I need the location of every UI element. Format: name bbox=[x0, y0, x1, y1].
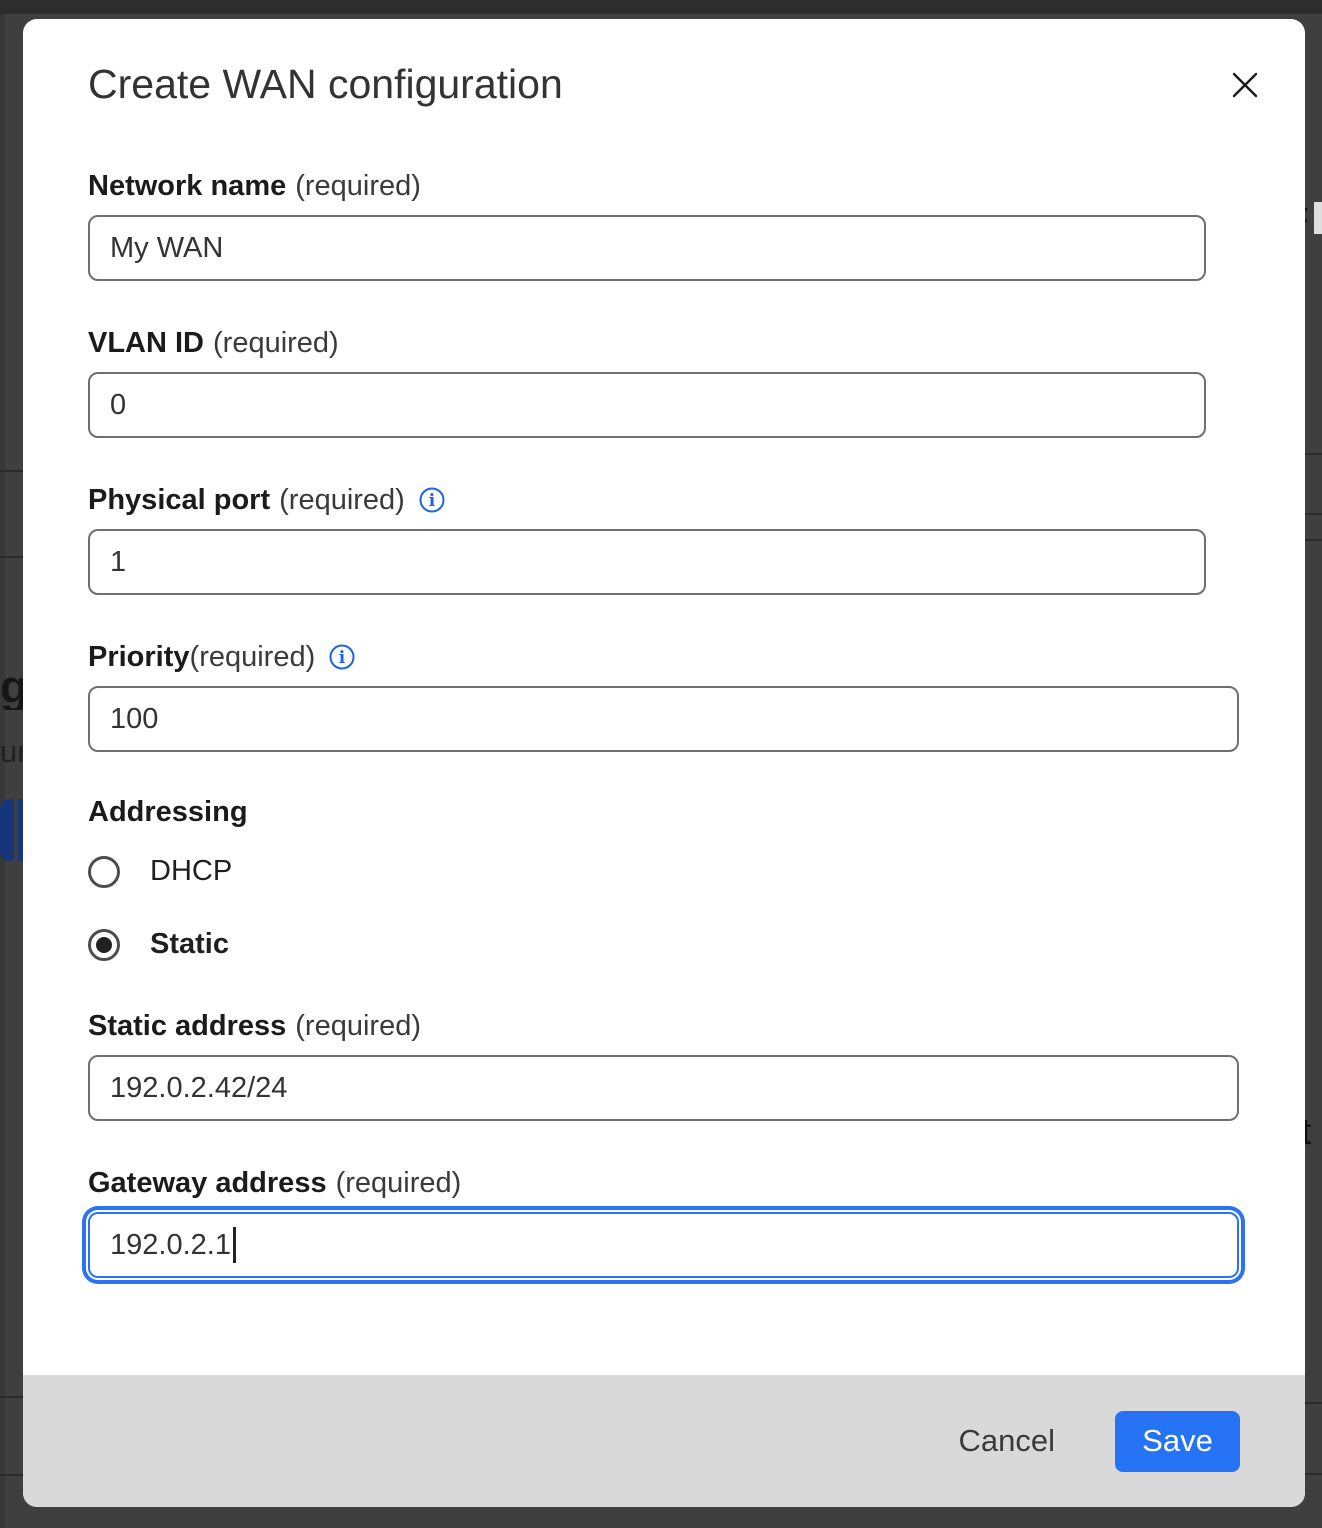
info-icon[interactable]: i bbox=[418, 486, 446, 514]
priority-label: Priority (required) i bbox=[88, 639, 1240, 675]
backdrop-line bbox=[0, 1396, 23, 1398]
addressing-option-dhcp[interactable]: DHCP bbox=[88, 855, 1240, 888]
physical-port-input[interactable] bbox=[88, 529, 1206, 595]
backdrop-line bbox=[1303, 539, 1322, 541]
svg-text:i: i bbox=[429, 491, 436, 511]
vlan-id-label: VLAN ID (required) bbox=[88, 325, 1240, 361]
radio-label: DHCP bbox=[150, 855, 232, 888]
backdrop-line bbox=[1303, 1473, 1322, 1475]
backdrop-text-fragment: ur bbox=[0, 736, 23, 767]
label-text: Static address bbox=[88, 1008, 286, 1044]
vlan-id-field: VLAN ID (required) bbox=[88, 325, 1240, 438]
required-hint: (required) bbox=[190, 639, 316, 675]
required-hint: (required) bbox=[295, 168, 421, 204]
info-icon[interactable]: i bbox=[328, 643, 356, 671]
backdrop-line bbox=[0, 470, 23, 472]
svg-text:i: i bbox=[339, 648, 346, 668]
addressing-option-static[interactable]: Static bbox=[88, 928, 1240, 961]
physical-port-label: Physical port (required) i bbox=[88, 482, 1240, 518]
save-button[interactable]: Save bbox=[1115, 1411, 1240, 1472]
network-name-label: Network name (required) bbox=[88, 168, 1240, 204]
backdrop-line bbox=[0, 556, 23, 558]
radio-label: Static bbox=[150, 928, 229, 961]
network-name-input[interactable] bbox=[88, 215, 1206, 281]
backdrop-line bbox=[0, 1474, 23, 1476]
radio-selected-icon[interactable] bbox=[88, 929, 120, 961]
backdrop-white-fragment bbox=[1314, 202, 1322, 234]
backdrop-heading-fragment: gu bbox=[0, 664, 23, 710]
label-text: Gateway address bbox=[88, 1165, 327, 1201]
static-address-input[interactable] bbox=[88, 1055, 1239, 1121]
required-hint: (required) bbox=[336, 1165, 462, 1201]
label-text: Priority bbox=[88, 639, 190, 675]
gateway-address-label: Gateway address (required) bbox=[88, 1165, 1240, 1201]
priority-input[interactable] bbox=[88, 686, 1239, 752]
text-cursor bbox=[233, 1227, 236, 1263]
radio-unselected-icon[interactable] bbox=[88, 856, 120, 888]
required-hint: (required) bbox=[279, 482, 405, 518]
dialog-title: Create WAN configuration bbox=[88, 60, 1240, 108]
static-address-label: Static address (required) bbox=[88, 1008, 1240, 1044]
gateway-address-value: 192.0.2.1 bbox=[110, 1229, 231, 1262]
backdrop-line bbox=[1303, 1402, 1322, 1404]
dialog-footer: Cancel Save bbox=[23, 1375, 1305, 1507]
label-text: VLAN ID bbox=[88, 325, 204, 361]
label-text: Network name bbox=[88, 168, 286, 204]
static-address-field: Static address (required) bbox=[88, 1008, 1240, 1121]
backdrop-line bbox=[1303, 513, 1322, 515]
vlan-id-input[interactable] bbox=[88, 372, 1206, 438]
backdrop-blue-button-fragment bbox=[0, 799, 14, 861]
addressing-heading: Addressing bbox=[88, 794, 1240, 830]
create-wan-configuration-dialog: Create WAN configuration Network name (r… bbox=[23, 19, 1305, 1507]
priority-field: Priority (required) i bbox=[88, 639, 1240, 752]
gateway-address-input[interactable]: 192.0.2.1 bbox=[88, 1212, 1239, 1278]
gateway-address-field: Gateway address (required) 192.0.2.1 bbox=[88, 1165, 1240, 1278]
backdrop-line bbox=[1303, 453, 1322, 455]
physical-port-field: Physical port (required) i bbox=[88, 482, 1240, 595]
network-name-field: Network name (required) bbox=[88, 168, 1240, 281]
backdrop-top-strip bbox=[0, 0, 1322, 14]
required-hint: (required) bbox=[295, 1008, 421, 1044]
cancel-button[interactable]: Cancel bbox=[949, 1415, 1066, 1467]
required-hint: (required) bbox=[213, 325, 339, 361]
label-text: Physical port bbox=[88, 482, 270, 518]
